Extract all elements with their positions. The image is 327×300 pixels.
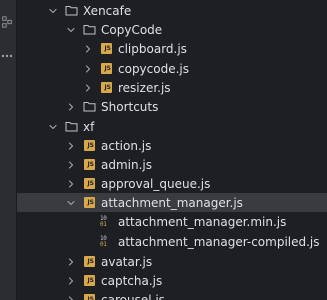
tree-file-row[interactable]: JS approval_queue.js [17, 174, 327, 193]
js-badge: JS [101, 43, 112, 54]
js-badge: JS [101, 63, 112, 74]
tree-file-row[interactable]: JS carousel.js [17, 290, 327, 300]
js-badge: JS [101, 82, 112, 93]
js-badge: JS [84, 256, 95, 267]
tree-folder-row[interactable]: CopyCode [17, 20, 327, 39]
javascript-file-icon: JS [83, 139, 96, 152]
javascript-file-icon: JS [100, 81, 113, 94]
chevron-right-icon[interactable] [65, 275, 77, 287]
tree-item-label: admin.js [101, 157, 152, 172]
tree-item-label: avatar.js [101, 254, 153, 269]
js-badge: JS [84, 140, 95, 151]
tool-window-stripe [0, 0, 17, 300]
tree-item-label: carousel.js [101, 292, 165, 300]
chevron-right-icon[interactable] [65, 256, 77, 268]
tree-item-label: resizer.js [118, 80, 171, 95]
javascript-file-icon: JS [83, 293, 96, 300]
tree-file-row[interactable]: JS action.js [17, 136, 327, 155]
tree-file-row[interactable]: JS attachment_manager.js [17, 193, 327, 212]
tree-item-label: CopyCode [101, 22, 163, 37]
tree-file-row[interactable]: JS admin.js [17, 155, 327, 174]
tree-file-row[interactable]: JS resizer.js [17, 78, 327, 97]
chevron-down-icon[interactable] [47, 5, 59, 17]
javascript-file-icon: JS [83, 255, 96, 268]
binary-glyph: 10 01 [100, 214, 107, 228]
javascript-file-icon: JS [100, 62, 113, 75]
tree-item-label: action.js [101, 138, 152, 153]
tree-file-row[interactable]: JS clipboard.js [17, 39, 327, 58]
chevron-right-icon[interactable] [65, 294, 77, 300]
tree-file-row[interactable]: 10 01 attachment_manager.min.js [17, 212, 327, 231]
tree-item-label: Xencafe [83, 3, 132, 18]
js-badge: JS [84, 197, 95, 208]
chevron-right-icon[interactable] [82, 82, 94, 94]
binary-file-icon: 10 01 [100, 235, 113, 248]
js-badge: JS [84, 275, 95, 286]
project-tool-window: Xencafe CopyCode JS clipboard.js JS copycode.… [0, 0, 327, 300]
tree-folder-row[interactable]: Xencafe [17, 1, 327, 20]
tree-file-row[interactable]: JS captcha.js [17, 271, 327, 290]
binary-file-icon: 10 01 [100, 215, 113, 228]
chevron-right-icon[interactable] [82, 63, 94, 75]
folder-icon [65, 4, 78, 17]
javascript-file-icon: JS [100, 42, 113, 55]
folder-icon [83, 100, 96, 113]
folder-icon [83, 23, 96, 36]
chevron-right-icon[interactable] [65, 140, 77, 152]
js-badge: JS [84, 294, 95, 300]
chevron-down-icon[interactable] [65, 197, 77, 209]
tree-file-row[interactable]: JS avatar.js [17, 252, 327, 271]
tree-item-label: Shortcuts [101, 99, 159, 114]
chevron-down-icon[interactable] [65, 24, 77, 36]
javascript-file-icon: JS [83, 274, 96, 287]
tree-item-label: copycode.js [118, 61, 189, 76]
tree-item-label: attachment_manager.min.js [118, 214, 287, 229]
tree-item-label: attachment_manager-compiled.js [118, 234, 320, 249]
tree-folder-row[interactable]: xf [17, 117, 327, 136]
more-icon[interactable] [1, 50, 13, 62]
javascript-file-icon: JS [83, 177, 96, 190]
file-tree: Xencafe CopyCode JS clipboard.js JS copycode.… [17, 0, 327, 300]
tree-item-label: captcha.js [101, 273, 163, 288]
chevron-right-icon[interactable] [65, 178, 77, 190]
javascript-file-icon: JS [83, 196, 96, 209]
tree-file-row[interactable]: 10 01 attachment_manager-compiled.js [17, 232, 327, 251]
chevron-right-icon[interactable] [65, 101, 77, 113]
tree-item-label: approval_queue.js [101, 176, 211, 191]
structure-icon[interactable] [1, 16, 13, 28]
tree-file-row[interactable]: JS copycode.js [17, 59, 327, 78]
javascript-file-icon: JS [83, 158, 96, 171]
js-badge: JS [84, 178, 95, 189]
chevron-down-icon[interactable] [47, 121, 59, 133]
js-badge: JS [84, 159, 95, 170]
tree-item-label: xf [83, 119, 95, 134]
folder-icon [65, 120, 78, 133]
tree-item-label: clipboard.js [118, 41, 187, 56]
chevron-right-icon[interactable] [82, 43, 94, 55]
tree-item-label: attachment_manager.js [101, 195, 243, 210]
chevron-right-icon[interactable] [65, 159, 77, 171]
binary-glyph: 10 01 [100, 234, 107, 248]
tree-folder-row[interactable]: Shortcuts [17, 97, 327, 116]
